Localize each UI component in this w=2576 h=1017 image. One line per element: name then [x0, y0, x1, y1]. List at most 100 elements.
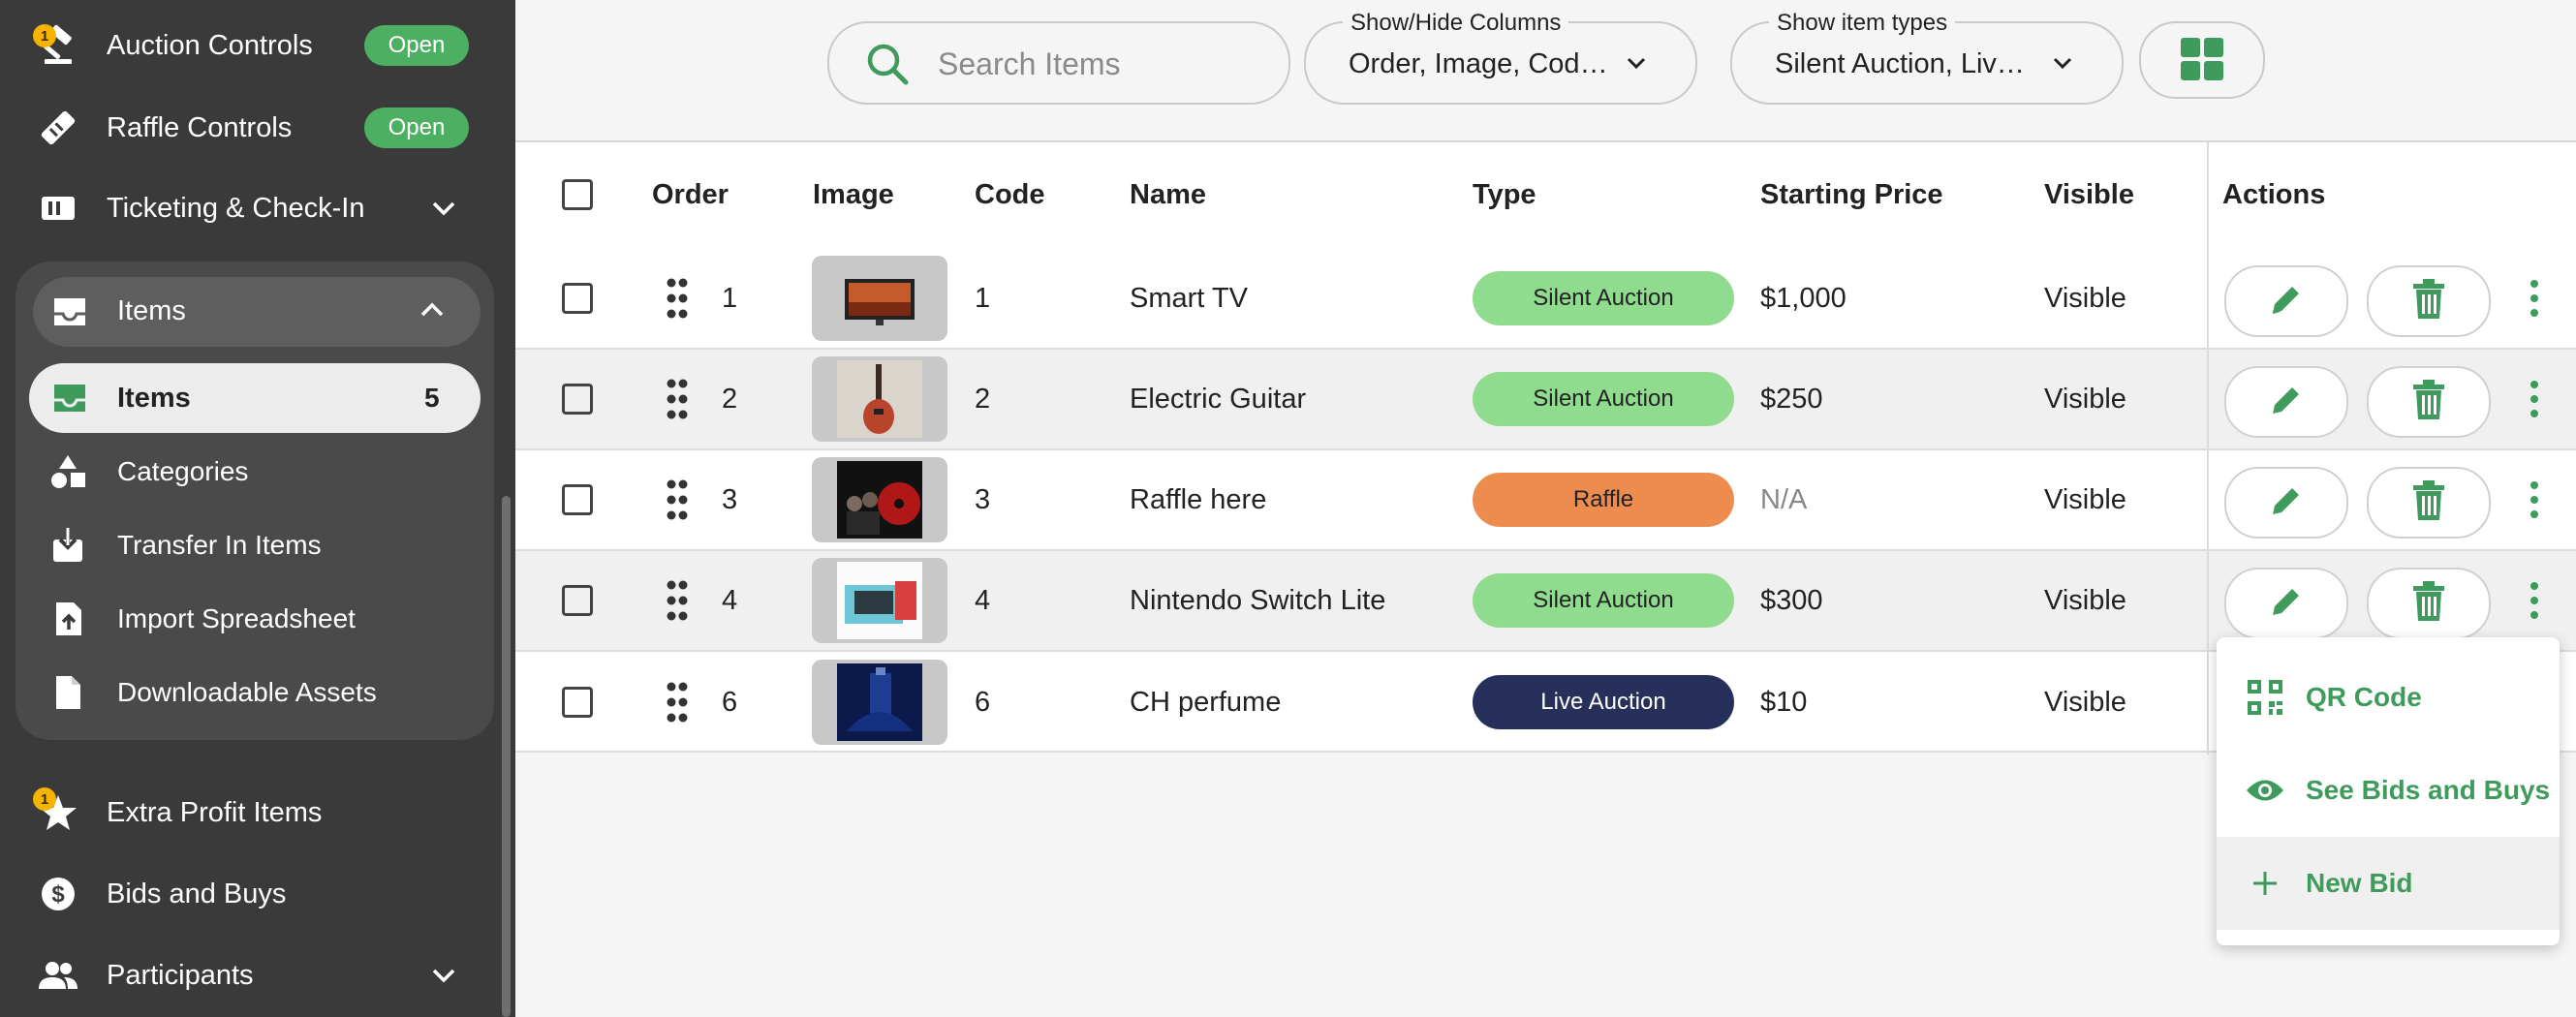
chevron-down-icon: [1620, 46, 1653, 79]
grid-view-button[interactable]: [2139, 21, 2265, 99]
select-value: Silent Auction, Live ...: [1775, 48, 2036, 79]
menu-item-label: New Bid: [2306, 868, 2413, 898]
chevron-up-icon: [417, 294, 451, 329]
edit-button[interactable]: [2224, 467, 2348, 539]
sidebar-item-auction-controls[interactable]: 1 Auction Controls Open: [0, 5, 498, 86]
pencil-icon: [2267, 582, 2306, 626]
drag-handle-icon[interactable]: [666, 378, 689, 420]
name-cell: Electric Guitar: [1130, 384, 1307, 415]
visible-cell: Visible: [2044, 687, 2126, 718]
chevron-down-icon: [426, 958, 461, 993]
visible-cell: Visible: [2044, 283, 2126, 314]
header-code[interactable]: Code: [975, 179, 1045, 211]
edit-button[interactable]: [2224, 265, 2348, 337]
show-item-types-select[interactable]: Show item types Silent Auction, Live ...: [1730, 10, 2124, 105]
visible-cell: Visible: [2044, 384, 2126, 415]
sidebar-item-raffle-controls[interactable]: Raffle Controls Open: [0, 87, 498, 169]
visible-cell: Visible: [2044, 484, 2126, 515]
row-checkbox[interactable]: [562, 484, 593, 515]
sidebar-item-label: Transfer In Items: [117, 530, 322, 560]
sidebar-item-transfer-in-items[interactable]: Transfer In Items: [0, 508, 498, 582]
code-cell: 1: [975, 283, 991, 314]
pencil-icon: [2267, 481, 2306, 525]
more-options-icon[interactable]: [2527, 579, 2542, 622]
drag-handle-icon[interactable]: [666, 478, 689, 521]
edit-button[interactable]: [2224, 366, 2348, 438]
chevron-down-icon: [426, 191, 461, 226]
item-image: [812, 356, 947, 442]
sidebar-item-extra-profit-items[interactable]: 1 Extra Profit Items: [0, 772, 498, 853]
grid-view-icon: [2180, 37, 2224, 81]
trash-icon: [2409, 580, 2448, 628]
drag-handle-icon[interactable]: [666, 579, 689, 622]
type-badge: Silent Auction: [1473, 271, 1734, 325]
sidebar-item-label: Downloadable Assets: [117, 677, 377, 707]
row-checkbox[interactable]: [562, 384, 593, 415]
name-cell: Raffle here: [1130, 484, 1267, 515]
row-checkbox[interactable]: [562, 585, 593, 616]
people-icon: [37, 954, 79, 997]
menu-item-qr-code[interactable]: QR Code: [2217, 651, 2560, 744]
code-cell: 3: [975, 484, 991, 515]
sidebar-item-downloadable-assets[interactable]: Downloadable Assets: [0, 656, 498, 729]
header-visible[interactable]: Visible: [2044, 179, 2134, 211]
row-checkbox[interactable]: [562, 687, 593, 718]
select-all-checkbox[interactable]: [562, 179, 593, 210]
ticket-icon: [37, 107, 79, 149]
trash-icon: [2409, 379, 2448, 426]
svg-text:$: $: [51, 881, 65, 908]
sidebar-item-label: Import Spreadsheet: [117, 603, 356, 633]
menu-item-label: QR Code: [2306, 682, 2422, 712]
delete-button[interactable]: [2367, 366, 2491, 438]
more-options-icon[interactable]: [2527, 378, 2542, 420]
header-type[interactable]: Type: [1473, 179, 1536, 211]
item-count: 5: [424, 383, 440, 413]
dollar-icon: $: [37, 873, 79, 915]
sidebar-item-import-spreadsheet[interactable]: Import Spreadsheet: [0, 582, 498, 656]
menu-item-new-bid[interactable]: New Bid: [2217, 837, 2560, 930]
status-badge: Open: [364, 25, 469, 66]
shapes-icon: [48, 452, 87, 491]
edit-button[interactable]: [2224, 568, 2348, 639]
inbox-icon: [48, 291, 91, 333]
code-cell: 2: [975, 384, 991, 415]
search-placeholder: Search Items: [938, 46, 1121, 81]
menu-item-see-bids-and-buys[interactable]: See Bids and Buys: [2217, 744, 2560, 837]
item-image: [812, 457, 947, 542]
header-order[interactable]: Order: [652, 179, 729, 211]
item-image: [812, 558, 947, 643]
header-starting-price[interactable]: Starting Price: [1760, 179, 1943, 211]
order-cell: 2: [722, 384, 738, 415]
sidebar-item-participants[interactable]: Participants: [0, 935, 498, 1016]
file-icon: [48, 673, 87, 712]
row-actions-menu: QR Code See Bids and Buys New Bid: [2217, 637, 2560, 945]
sidebar-item-categories[interactable]: Categories: [0, 435, 498, 508]
delete-button[interactable]: [2367, 467, 2491, 539]
delete-button[interactable]: [2367, 265, 2491, 337]
sidebar-scrollbar-thumb[interactable]: [502, 496, 511, 1017]
delete-button[interactable]: [2367, 568, 2491, 639]
sidebar-item-bids-and-buys[interactable]: $ Bids and Buys: [0, 853, 498, 935]
price-cell: $300: [1760, 585, 1823, 616]
sidebar-item-label: Items: [117, 383, 191, 414]
show-hide-columns-select[interactable]: Show/Hide Columns Order, Image, Code, ..…: [1304, 10, 1697, 105]
search-input[interactable]: Search Items: [827, 21, 1290, 105]
sidebar-item-items[interactable]: Items 5: [29, 363, 481, 433]
price-cell: $10: [1760, 687, 1808, 718]
row-checkbox[interactable]: [562, 283, 593, 314]
price-cell: $1,000: [1760, 283, 1847, 314]
header-name[interactable]: Name: [1130, 179, 1206, 211]
drag-handle-icon[interactable]: [666, 277, 689, 320]
drag-handle-icon[interactable]: [666, 681, 689, 724]
sidebar-group-items-header[interactable]: Items: [33, 277, 481, 347]
more-options-icon[interactable]: [2527, 478, 2542, 521]
order-cell: 1: [722, 283, 738, 314]
ticket-stack-icon: [37, 187, 79, 230]
sidebar-item-label: Auction Controls: [107, 29, 313, 61]
name-cell: Nintendo Switch Lite: [1130, 585, 1386, 616]
more-options-icon[interactable]: [2527, 277, 2542, 320]
sidebar-item-ticketing-check-in[interactable]: Ticketing & Check-In: [0, 168, 498, 249]
search-icon: [864, 41, 911, 87]
eye-icon: [2246, 771, 2284, 810]
notification-badge: 1: [33, 24, 56, 47]
